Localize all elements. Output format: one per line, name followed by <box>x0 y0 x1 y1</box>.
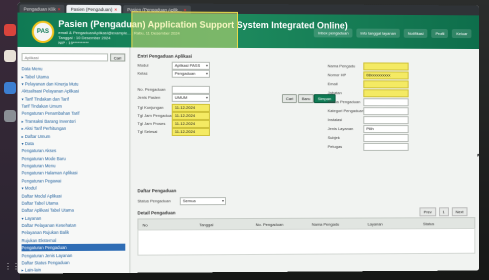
form-label: Instalasi <box>327 117 343 123</box>
form-label: No. Pengaduan <box>137 86 166 92</box>
app-icon-grey[interactable] <box>4 110 16 122</box>
prev-page-button[interactable]: Prev <box>419 207 436 217</box>
header-menu-info[interactable]: Info tanggal layanan <box>356 28 400 38</box>
sidebar-search: Cari <box>21 53 126 62</box>
page-number[interactable]: 1 <box>438 207 449 217</box>
select-field[interactable]: Aplikasi PASS <box>171 61 210 70</box>
select-field[interactable]: UMUM <box>171 93 210 102</box>
app-icon-red[interactable] <box>4 24 16 36</box>
main-content: Entri Pengaduan Aplikasi Modul Aplikasi P… <box>131 47 480 273</box>
form-label: Nomor HP <box>327 72 347 78</box>
next-page-button[interactable]: Next <box>451 207 468 217</box>
sidebar-item[interactable]: ▸ Transaksi Barang Inventori <box>22 117 126 125</box>
input-field[interactable] <box>363 98 409 107</box>
app-icon-files[interactable] <box>4 50 16 62</box>
sidebar-item[interactable]: ▸ Lain-lain <box>22 266 126 274</box>
form-section-title: Entri Pengaduan Aplikasi <box>137 53 192 59</box>
form-label: Tgl Jam Proses <box>137 120 166 126</box>
column-header[interactable]: Tanggal <box>195 221 251 227</box>
form-label: Subjek <box>327 135 340 140</box>
input-field[interactable]: 11-12-2024 <box>171 103 210 112</box>
list-section-title: Daftar Pengaduan <box>137 188 177 194</box>
table-body <box>137 227 476 256</box>
search-input[interactable] <box>21 53 108 62</box>
search-button[interactable]: Cari <box>109 53 126 62</box>
input-field[interactable] <box>363 116 409 125</box>
input-field[interactable] <box>363 134 409 142</box>
close-icon[interactable]: × <box>58 6 61 11</box>
column-header[interactable]: Layanan <box>364 221 420 226</box>
sidebar: Cari Data Menu▸ Tabel Utama▾ Pelayanan d… <box>17 46 131 274</box>
column-header[interactable]: Status <box>419 221 474 226</box>
status-filter-select[interactable]: Semua <box>179 197 226 206</box>
input-field[interactable] <box>363 80 409 89</box>
input-field[interactable] <box>363 142 409 151</box>
column-header[interactable]: No. Pengaduan <box>252 221 308 226</box>
form-label: Jabatan <box>327 90 342 96</box>
form-label: Kelas <box>137 70 148 76</box>
input-field[interactable]: 11-12-2024 <box>171 111 210 120</box>
header-menu: Inbox pengaduan Info tanggal layanan Not… <box>313 28 472 39</box>
tab-label: Pasien (Pengaduan) <box>70 6 113 12</box>
header-menu-notifications[interactable]: Notifikasi <box>403 28 428 38</box>
column-header[interactable]: No <box>138 222 195 227</box>
form-label: Jenis Pasien <box>137 94 161 100</box>
input-field[interactable] <box>363 62 409 71</box>
tab-label: Pengaduan Klik <box>23 6 56 12</box>
input-field[interactable]: 11-12-2024 <box>171 127 210 136</box>
mouse-cursor-icon: ↖ <box>476 151 480 161</box>
app-icon-blue[interactable] <box>4 82 16 94</box>
form-label: Tgl Jam Pengaduan <box>137 112 174 118</box>
sidebar-item[interactable]: Pengaturan Akses <box>22 147 126 155</box>
form-label: Petugas <box>327 143 343 149</box>
header-menu-profile[interactable]: Profil <box>431 28 449 38</box>
logo-text: PAS <box>36 28 50 35</box>
input-field[interactable] <box>363 89 409 98</box>
app-header: PAS Pasien (Pengaduan) Application Suppo… <box>17 12 480 50</box>
app-grid-icon[interactable]: ⋮⋮ <box>4 262 20 274</box>
form-label: Tgl Selesai <box>137 128 158 134</box>
new-button[interactable]: Baru <box>297 94 315 104</box>
form-label: Kategori Pengaduan <box>327 108 364 114</box>
header-menu-inbox[interactable]: Inbox pengaduan <box>313 28 353 38</box>
screen: Pengaduan Klik × Pasien (Pengaduan) × Pasi… <box>17 2 480 274</box>
pagination: Prev 1 Next <box>419 207 468 217</box>
column-header[interactable]: Nama Pengadu <box>308 221 364 226</box>
close-icon[interactable]: × <box>114 7 117 12</box>
form-label: Status Pengaduan <box>327 99 361 105</box>
sidebar-item[interactable]: ▾ Data <box>22 140 126 147</box>
input-field[interactable] <box>363 107 409 116</box>
header-info-line: NIP : 19********** <box>58 40 89 46</box>
input-field[interactable]: Pilih <box>363 125 409 134</box>
select-field[interactable]: Pengaduan <box>171 69 210 78</box>
search-button[interactable]: Cari <box>281 94 298 104</box>
detail-section-title: Detail Pengaduan <box>137 210 176 216</box>
form-label: Nama Pengadu <box>327 63 356 69</box>
sidebar-item[interactable]: ▸ Aksi Tarif Perhitungan <box>22 125 126 132</box>
form-label: Modul <box>137 62 149 68</box>
input-field[interactable] <box>171 85 210 94</box>
sidebar-item[interactable]: Tarif Tindakan Umum <box>22 102 126 110</box>
sidebar-item[interactable]: Pengaturan Penambahan Tarif <box>22 110 126 118</box>
input-field[interactable]: 11-12-2024 <box>171 119 210 128</box>
input-field[interactable]: 08xxxxxxxxxx <box>363 71 409 80</box>
sidebar-item[interactable]: ▸ Daftar Umum <box>22 132 126 139</box>
sidebar-menu: Data Menu ▸ Tabel Utama ▾ Pelayanan dan Ki… <box>17 63 129 273</box>
form-label: Email <box>327 81 338 87</box>
header-menu-logout[interactable]: Keluar <box>452 29 472 39</box>
app-logo: PAS <box>31 20 55 44</box>
browser-tab[interactable]: Pengaduan Klik × <box>19 4 65 13</box>
filter-label: Status Pengaduan <box>137 198 171 204</box>
form-label: Jenis Layanan <box>327 126 354 132</box>
form-label: Tgl Kunjungan <box>137 104 164 110</box>
sidebar-item[interactable]: Pengaturan Mode Baru <box>22 155 126 163</box>
sidebar-item[interactable]: ▾ Tarif Tindakan dan Tarif <box>22 95 126 103</box>
